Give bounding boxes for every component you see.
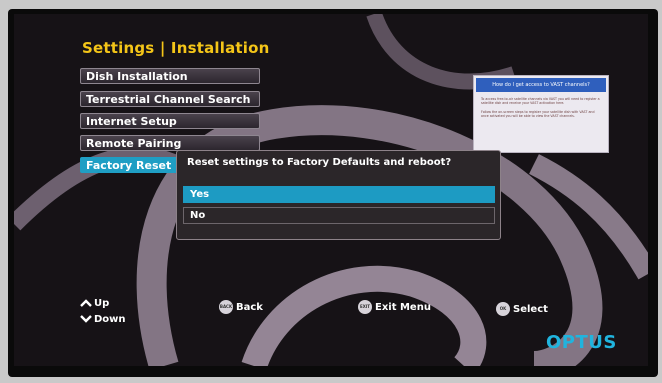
up-label: Up [94,298,110,309]
yes-option[interactable]: Yes [183,186,495,203]
exit-key-icon: EXIT [358,300,372,314]
info-card-body: To access free-to-air satellite channels… [474,92,608,119]
tv-screen: Settings | Installation Dish Installatio… [14,14,648,366]
back-hint: BACK Back [219,300,263,314]
optus-logo: OPTUS [546,332,617,353]
ok-key-icon: OK [496,302,510,316]
menu-item-remote-pairing[interactable]: Remote Pairing [80,135,260,151]
back-label: Back [236,302,263,313]
exit-hint: EXIT Exit Menu [358,300,431,314]
info-card-title: How do I get access to VAST channels? [476,78,606,92]
factory-reset-dialog: Reset settings to Factory Defaults and r… [176,150,501,240]
down-hint: Down [80,314,126,325]
menu-item-factory-reset[interactable]: Factory Reset [80,157,180,173]
exit-label: Exit Menu [375,302,431,313]
menu-item-dish-installation[interactable]: Dish Installation [80,68,260,84]
menu-item-internet-setup[interactable]: Internet Setup [80,113,260,129]
dialog-question: Reset settings to Factory Defaults and r… [187,157,452,168]
chevron-down-icon [80,315,92,323]
info-card: How do I get access to VAST channels? To… [473,75,609,153]
info-card-paragraph: Follow the on-screen steps to register y… [481,109,595,119]
page-title: Settings | Installation [82,39,270,57]
up-hint: Up [80,298,109,309]
select-hint: OK Select [496,302,548,316]
menu-item-terrestrial-channel-search[interactable]: Terrestrial Channel Search [80,91,260,107]
no-option[interactable]: No [183,207,495,224]
down-label: Down [94,314,126,325]
chevron-up-icon [80,299,92,307]
select-label: Select [513,304,548,315]
info-card-paragraph: To access free-to-air satellite channels… [481,97,600,106]
back-key-icon: BACK [219,300,233,314]
